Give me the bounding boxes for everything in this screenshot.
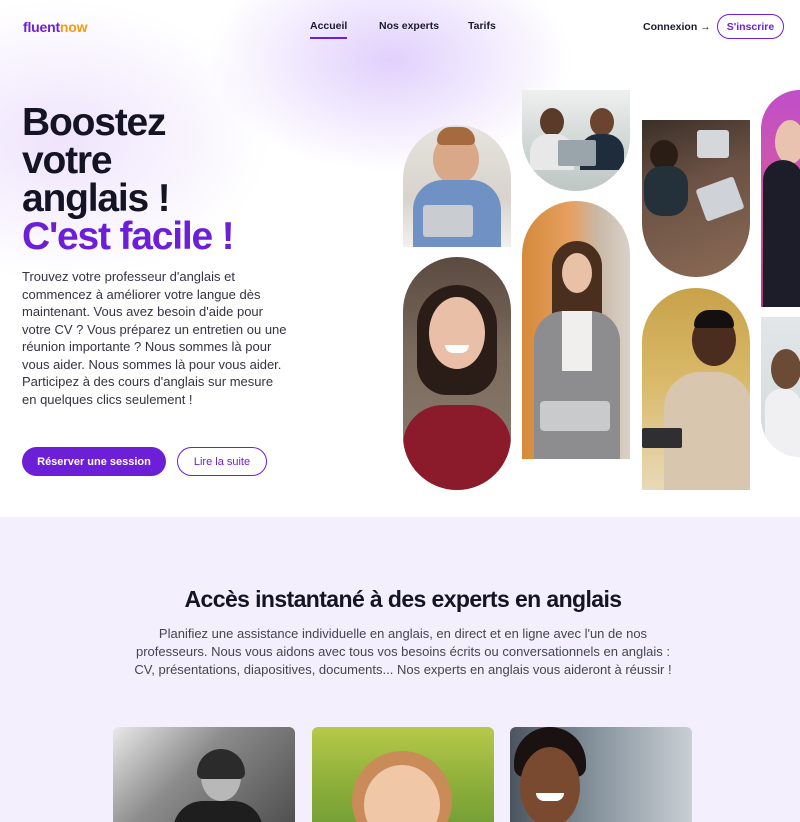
headline-line-2: votre (22, 139, 113, 182)
photo-man-laptop (403, 125, 511, 247)
photo-students-computer (522, 90, 630, 191)
photo-woman-smiling (403, 257, 511, 490)
photo-man-headset (761, 317, 800, 457)
logo-text-now: now (59, 19, 88, 35)
logo-text-fluent: fluent (23, 19, 60, 35)
read-more-button[interactable]: Lire la suite (177, 447, 267, 476)
expert-card-2[interactable] (312, 727, 494, 822)
photo-woman-pink (761, 90, 800, 307)
hero-headline: Boostez votre anglais ! C'est facile ! (22, 101, 235, 258)
photo-man-headphones (642, 288, 750, 490)
nav-link-nos-experts[interactable]: Nos experts (379, 20, 439, 32)
photo-desk-laptops (642, 120, 750, 277)
photo-woman-blazer (522, 201, 630, 459)
top-navigation: fluentnow Accueil Nos experts Tarifs Con… (0, 0, 800, 54)
expert-card-1[interactable] (113, 727, 295, 822)
headline-line-3: anglais ! (22, 177, 171, 220)
login-link[interactable]: Connexion → (643, 21, 711, 33)
book-session-button[interactable]: Réserver une session (22, 447, 166, 476)
signup-button[interactable]: S'inscrire (717, 14, 784, 39)
expert-card-3[interactable] (510, 727, 692, 822)
headline-line-1: Boostez (22, 101, 166, 144)
nav-link-accueil[interactable]: Accueil (310, 20, 348, 39)
hero-paragraph: Trouvez votre professeur d'anglais et co… (22, 269, 287, 407)
experts-section-description: Planifiez une assistance individuelle en… (134, 626, 672, 677)
headline-accent: C'est facile ! (22, 215, 235, 258)
brand-logo[interactable]: fluentnow (23, 19, 88, 35)
experts-section-title: Accès instantané à des experts en anglai… (184, 586, 622, 612)
nav-link-tarifs[interactable]: Tarifs (468, 20, 496, 32)
